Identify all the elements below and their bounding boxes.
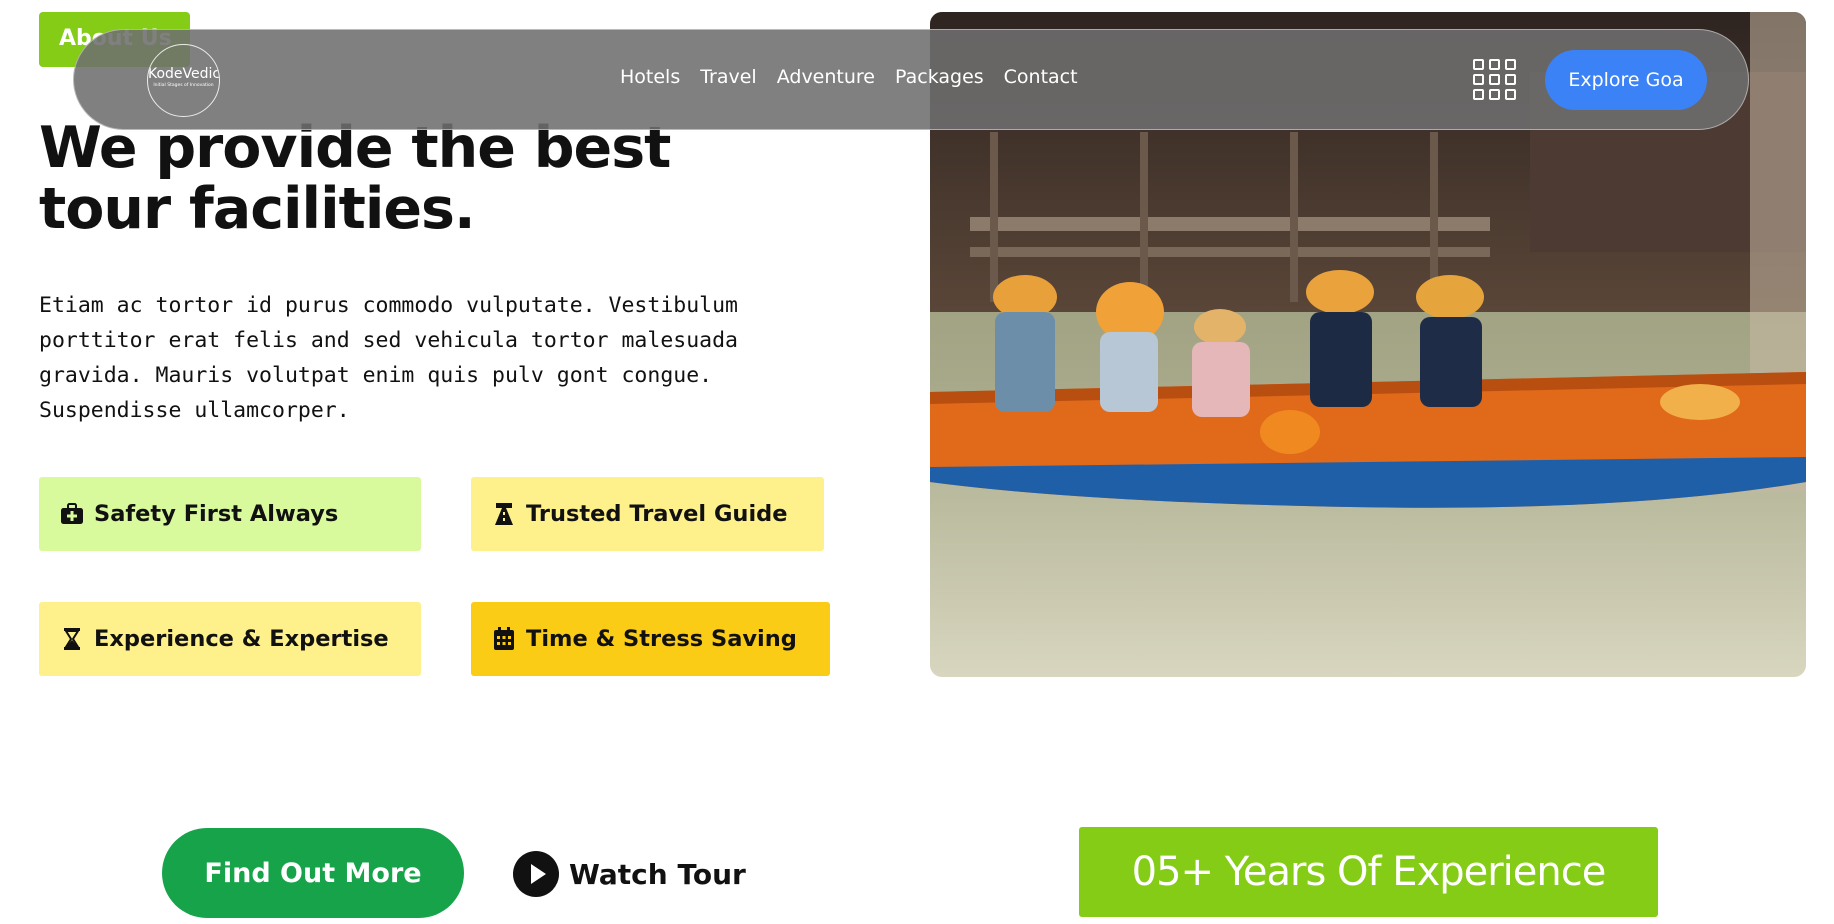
- feature-label: Safety First Always: [94, 501, 339, 527]
- feature-time-stress-saving: Time & Stress Saving: [471, 602, 830, 676]
- nav-link-contact[interactable]: Contact: [1004, 66, 1078, 88]
- logo-name: KodeVedic: [148, 66, 220, 82]
- nav-link-hotels[interactable]: Hotels: [620, 66, 680, 88]
- feature-safety-first: Safety First Always: [39, 477, 421, 551]
- feature-label: Experience & Expertise: [94, 626, 389, 652]
- page-title: We provide the best tour facilities.: [39, 115, 671, 242]
- watch-tour-label: Watch Tour: [569, 857, 746, 891]
- feature-label: Time & Stress Saving: [526, 626, 797, 652]
- find-out-more-button[interactable]: Find Out More: [162, 828, 464, 918]
- logo[interactable]: KodeVedic Initial Stages of Innovation: [147, 44, 220, 117]
- logo-tagline: Initial Stages of Innovation: [153, 83, 214, 88]
- feature-label: Trusted Travel Guide: [526, 501, 788, 527]
- nav-link-adventure[interactable]: Adventure: [777, 66, 875, 88]
- first-aid-kit-icon: [59, 501, 85, 527]
- feature-experience-expertise: Experience & Expertise: [39, 602, 421, 676]
- watch-tour-link[interactable]: Watch Tour: [513, 851, 746, 897]
- feature-trusted-guide: Trusted Travel Guide: [471, 477, 824, 551]
- road-sign-icon: [491, 501, 517, 527]
- calendar-icon: [491, 626, 517, 652]
- play-icon[interactable]: [513, 851, 559, 897]
- experience-badge: 05+ Years Of Experience: [1079, 827, 1658, 917]
- nav-link-travel[interactable]: Travel: [700, 66, 756, 88]
- nav-links: Hotels Travel Adventure Packages Contact: [620, 66, 1078, 88]
- hourglass-icon: [59, 626, 85, 652]
- nav-link-packages[interactable]: Packages: [895, 66, 984, 88]
- hero-description: Etiam ac tortor id purus commodo vulputa…: [39, 293, 738, 423]
- explore-goa-button[interactable]: Explore Goa: [1545, 50, 1707, 110]
- navbar: KodeVedic Initial Stages of Innovation H…: [73, 29, 1749, 130]
- grid-menu-icon[interactable]: [1473, 59, 1518, 102]
